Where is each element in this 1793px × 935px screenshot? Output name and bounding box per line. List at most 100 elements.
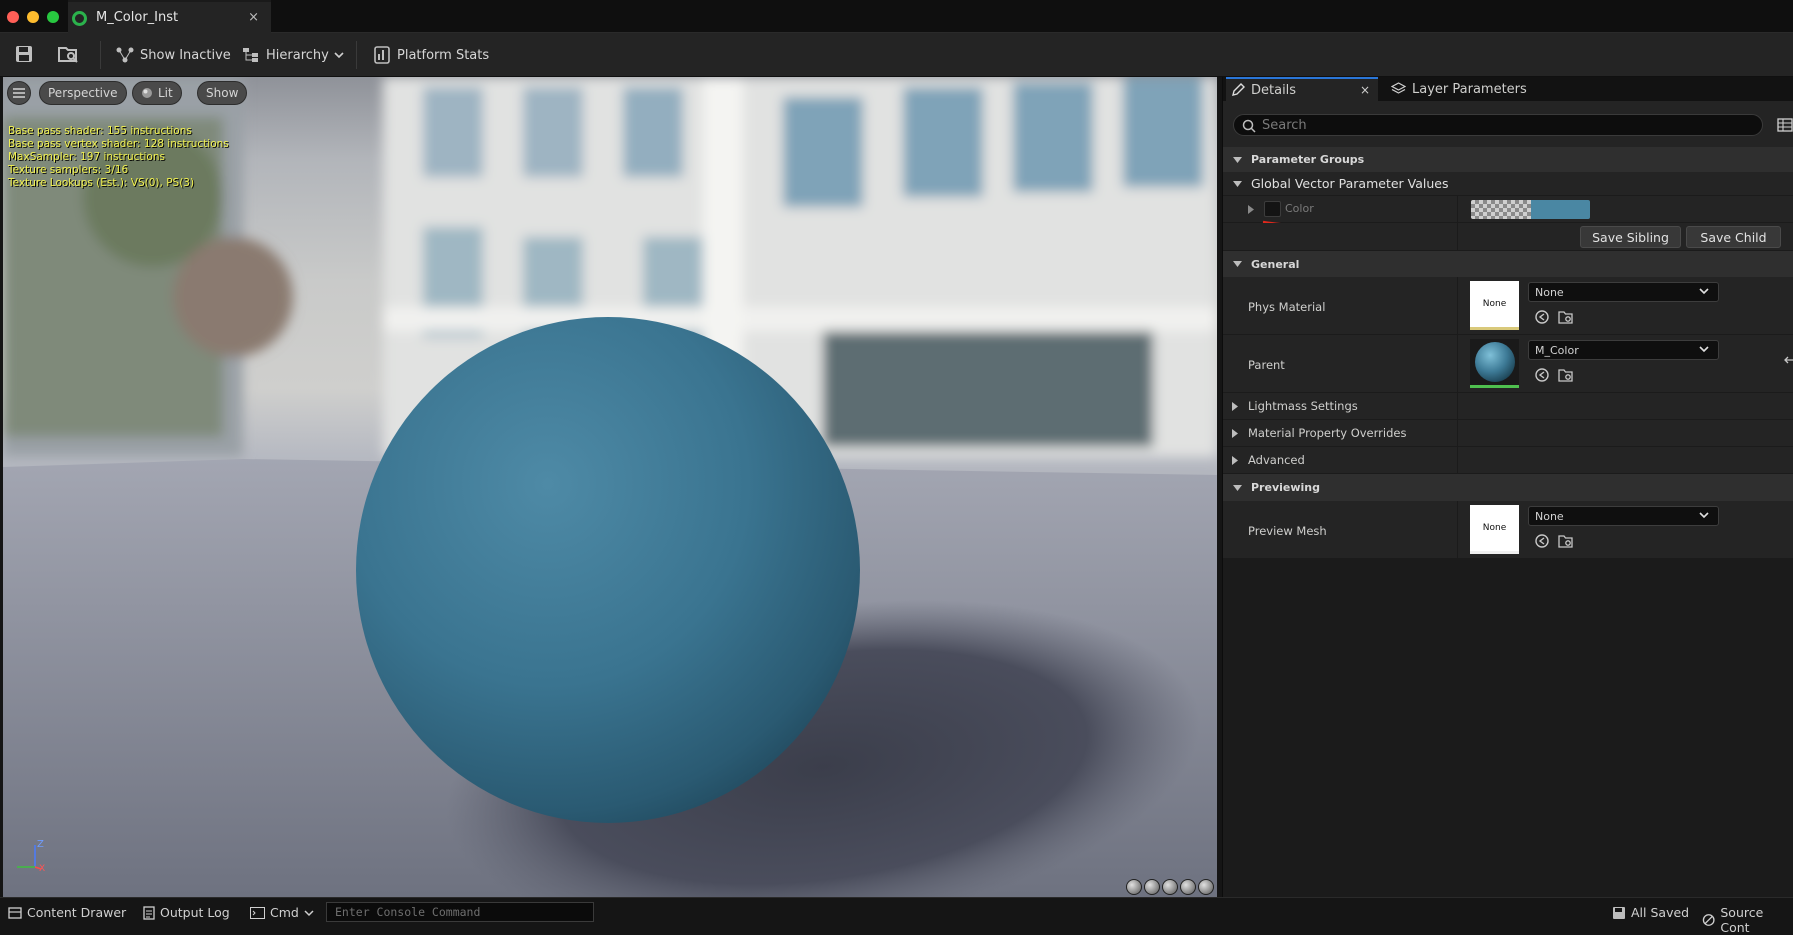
- output-log-label: Output Log: [160, 905, 230, 920]
- output-log-button[interactable]: Output Log: [143, 905, 230, 920]
- table-view-icon[interactable]: [1777, 118, 1793, 132]
- show-label: Show: [206, 86, 239, 100]
- perspective-label: Perspective: [48, 86, 118, 100]
- status-bar: Content Drawer Output Log Cmd Enter Cons…: [0, 897, 1793, 935]
- column-splitter: [1457, 501, 1458, 559]
- all-saved-button[interactable]: All Saved: [1612, 905, 1689, 920]
- lit-view-mode-button[interactable]: Lit: [132, 81, 182, 105]
- column-splitter: [1457, 335, 1458, 393]
- phys-material-row: Phys Material None None: [1223, 277, 1793, 335]
- dropdown-value: None: [1535, 285, 1564, 299]
- hierarchy-label: Hierarchy: [266, 47, 329, 63]
- show-flags-button[interactable]: Show: [197, 81, 248, 105]
- cmd-dropdown[interactable]: Cmd: [250, 905, 320, 920]
- lightmass-settings-row[interactable]: Lightmass Settings: [1223, 393, 1793, 420]
- custom-mesh-preview-icon[interactable]: [1198, 879, 1214, 895]
- use-selected-icon[interactable]: [1534, 533, 1550, 549]
- main-toolbar: Show Inactive Hierarchy Platform Stats: [0, 33, 1793, 77]
- material-sphere-icon: [1474, 342, 1515, 382]
- preview-mesh-thumbnail[interactable]: None: [1470, 505, 1519, 554]
- search-placeholder: Search: [1262, 117, 1307, 133]
- alpha-checker: [1471, 200, 1531, 219]
- use-selected-icon[interactable]: [1534, 309, 1550, 325]
- chevron-down-icon: [1699, 346, 1709, 353]
- save-sibling-label: Save Sibling: [1592, 229, 1669, 245]
- thumbnail-label: None: [1482, 299, 1507, 309]
- advanced-row[interactable]: Advanced: [1223, 447, 1793, 474]
- preview-viewport[interactable]: Perspective Lit Show Base pass shader: 1…: [3, 77, 1217, 897]
- override-checkbox[interactable]: [1264, 201, 1281, 217]
- parent-dropdown[interactable]: M_Color: [1528, 340, 1719, 360]
- plane-preview-icon[interactable]: [1162, 879, 1178, 895]
- tab-close-button[interactable]: ×: [248, 10, 259, 25]
- tab-layer-parameters[interactable]: Layer Parameters: [1391, 77, 1541, 101]
- close-window-button[interactable]: [7, 11, 19, 23]
- show-inactive-button[interactable]: Show Inactive: [116, 44, 231, 66]
- color-swatch[interactable]: [1471, 200, 1590, 219]
- parent-thumbnail[interactable]: [1470, 339, 1519, 388]
- chevron-down-icon: [334, 52, 344, 59]
- minimize-window-button[interactable]: [27, 11, 39, 23]
- save-buttons-row: Save Sibling Save Child: [1223, 223, 1793, 251]
- column-splitter: [1457, 420, 1458, 447]
- collapse-arrow-icon: [1232, 429, 1238, 438]
- collapse-arrow-icon[interactable]: [1248, 205, 1254, 214]
- perspective-button[interactable]: Perspective: [39, 81, 127, 105]
- content-drawer-button[interactable]: Content Drawer: [8, 905, 126, 920]
- details-tab-close-button[interactable]: ×: [1360, 83, 1370, 97]
- column-splitter: [1457, 277, 1458, 335]
- stat-line: Texture Lookups (Est.): VS(0), PS(3): [8, 177, 195, 189]
- axis-x-label: X: [39, 864, 45, 873]
- hierarchy-dropdown[interactable]: Hierarchy: [242, 44, 351, 66]
- phys-material-thumbnail[interactable]: None: [1470, 281, 1519, 330]
- save-icon[interactable]: [14, 44, 34, 64]
- browse-folder-icon[interactable]: [1558, 367, 1574, 383]
- browse-asset-icon[interactable]: [57, 44, 78, 64]
- stat-line: Base pass shader: 155 instructions: [8, 125, 192, 137]
- axis-gizmo: Z X: [17, 839, 45, 873]
- maximize-window-button[interactable]: [47, 11, 59, 23]
- category-parameter-groups[interactable]: Parameter Groups: [1223, 147, 1793, 172]
- group-global-vector[interactable]: Global Vector Parameter Values: [1223, 172, 1793, 196]
- source-control-button[interactable]: Source Cont: [1702, 905, 1793, 935]
- cube-preview-icon[interactable]: [1180, 879, 1196, 895]
- platform-stats-button[interactable]: Platform Stats: [373, 44, 489, 66]
- expand-arrow-icon: [1233, 261, 1242, 267]
- stat-line: MaxSampler: 197 instructions: [8, 151, 165, 163]
- material-overrides-row[interactable]: Material Property Overrides: [1223, 420, 1793, 447]
- platform-stats-icon: [374, 46, 390, 64]
- browse-folder-icon[interactable]: [1558, 309, 1574, 325]
- search-icon: [1242, 119, 1256, 133]
- panel-tabs: Details × Layer Parameters: [1223, 77, 1793, 101]
- details-panel: Details × Layer Parameters Search Parame…: [1222, 77, 1793, 897]
- preview-mesh-dropdown[interactable]: None: [1528, 506, 1719, 526]
- preview-mesh-row: Preview Mesh None None: [1223, 501, 1793, 559]
- sphere-preview-icon[interactable]: [1144, 879, 1160, 895]
- viewport-menu-button[interactable]: [7, 81, 31, 105]
- hierarchy-icon: [243, 48, 258, 62]
- save-child-button[interactable]: Save Child: [1686, 226, 1781, 248]
- reset-arrow-icon[interactable]: [1784, 355, 1793, 365]
- cylinder-preview-icon[interactable]: [1126, 879, 1142, 895]
- asset-tab-title: M_Color_Inst: [96, 10, 179, 25]
- phys-material-label: Phys Material: [1248, 300, 1326, 314]
- category-general[interactable]: General: [1223, 251, 1793, 277]
- toolbar-separator: [100, 41, 101, 69]
- asset-tab[interactable]: M_Color_Inst ×: [68, 0, 271, 33]
- save-sibling-button[interactable]: Save Sibling: [1580, 226, 1681, 248]
- phys-material-dropdown[interactable]: None: [1528, 282, 1719, 302]
- console-command-input[interactable]: Enter Console Command: [326, 902, 594, 922]
- category-previewing[interactable]: Previewing: [1223, 474, 1793, 501]
- color-parameter-row: Color: [1223, 196, 1793, 228]
- details-search-input[interactable]: Search: [1233, 114, 1763, 136]
- platform-stats-label: Platform Stats: [397, 47, 490, 63]
- tab-details[interactable]: Details ×: [1226, 77, 1378, 101]
- dropdown-value: M_Color: [1535, 343, 1579, 357]
- browse-folder-icon[interactable]: [1558, 533, 1574, 549]
- use-selected-icon[interactable]: [1534, 367, 1550, 383]
- expand-arrow-icon: [1233, 156, 1242, 163]
- shader-stats-overlay: Base pass shader: 155 instructions Base …: [8, 125, 229, 190]
- content-drawer-icon: [8, 906, 22, 919]
- preview-mesh-buttons: [1126, 879, 1214, 895]
- layers-icon: [1391, 82, 1406, 94]
